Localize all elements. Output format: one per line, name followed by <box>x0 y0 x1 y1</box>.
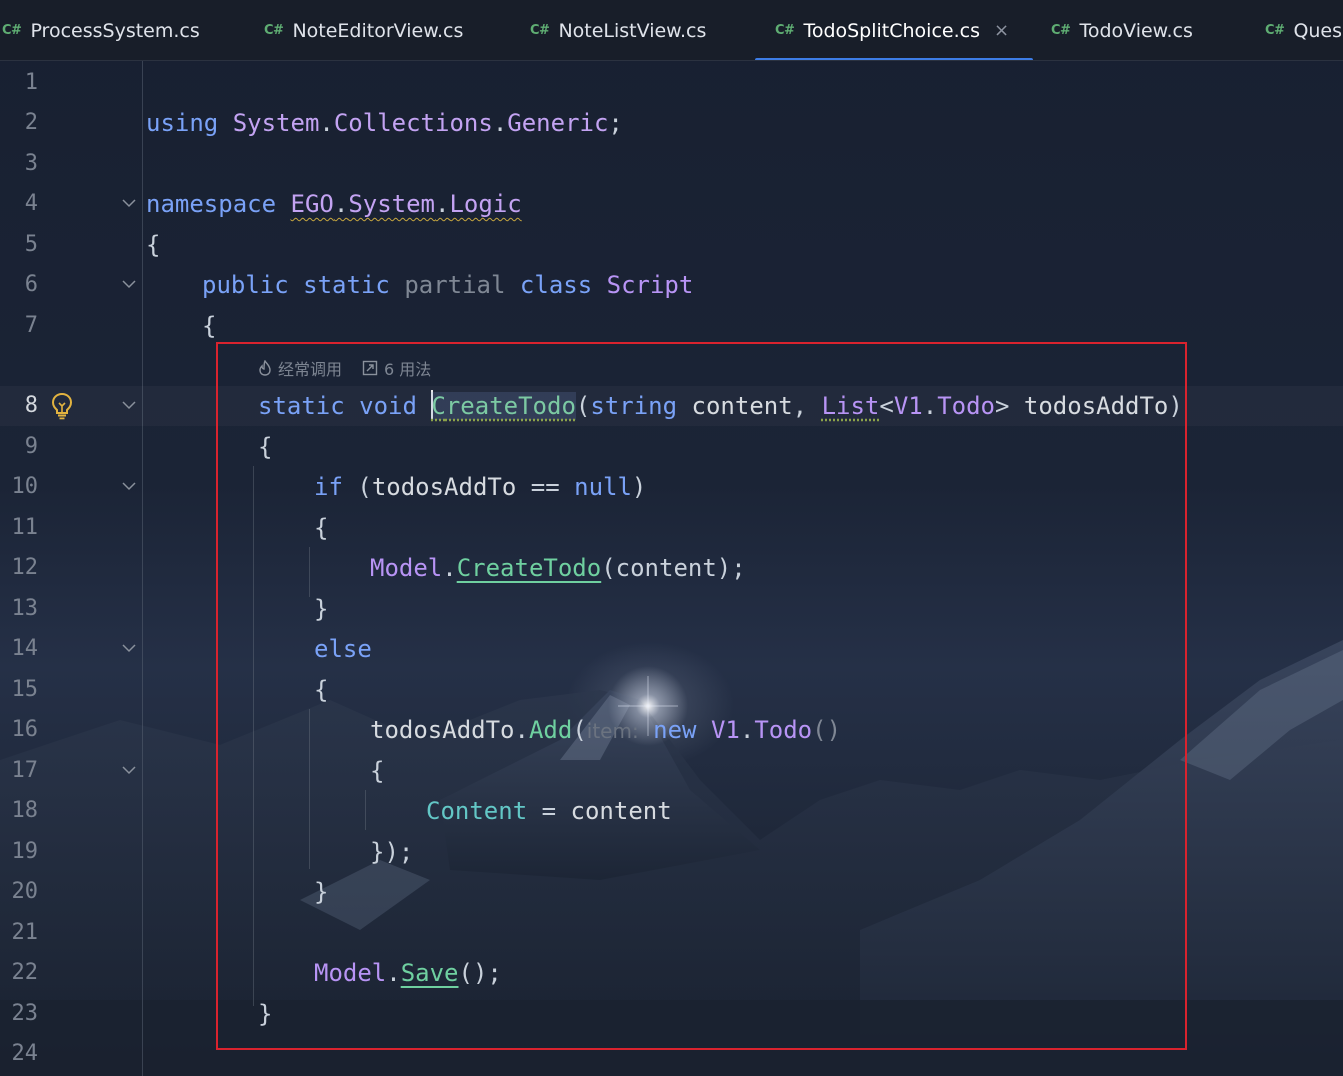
line-number: 9 <box>24 434 38 459</box>
fold-chevron-icon[interactable] <box>122 765 136 775</box>
code-text: namespace EGO.System.Logic <box>146 190 522 218</box>
code-line-1[interactable]: 1 <box>0 63 1343 103</box>
tab-note-editor-view[interactable]: C# NoteEditorView.cs <box>264 0 464 60</box>
tab-note-list-view[interactable]: C# NoteListView.cs <box>530 0 707 60</box>
code-line-4[interactable]: 4 namespace EGO.System.Logic <box>0 184 1343 224</box>
fold-chevron-icon[interactable] <box>122 400 136 410</box>
line-number: 21 <box>11 920 39 945</box>
line-number: 19 <box>11 839 39 864</box>
line-number: 13 <box>11 596 39 621</box>
line-number: 22 <box>11 960 39 985</box>
csharp-file-icon: C# <box>775 23 795 38</box>
line-number: 5 <box>24 232 38 257</box>
code-line-3[interactable]: 3 <box>0 144 1343 184</box>
tab-label: TodoSplitChoice.cs <box>803 19 980 42</box>
code-text: { <box>146 231 161 259</box>
highlight-annotation-box <box>216 342 1187 1050</box>
line-number: 15 <box>11 677 39 702</box>
tab-label: ProcessSystem.cs <box>30 19 200 42</box>
code-line-5[interactable]: 5 { <box>0 225 1343 265</box>
tab-ques[interactable]: C# Ques <box>1265 0 1343 60</box>
tab-process-system[interactable]: C# ProcessSystem.cs <box>2 0 200 60</box>
line-number: 7 <box>24 313 38 338</box>
code-text: using System.Collections.Generic; <box>146 109 623 137</box>
tab-label: NoteListView.cs <box>558 19 707 42</box>
close-icon[interactable]: × <box>994 20 1009 41</box>
tab-label: NoteEditorView.cs <box>292 19 464 42</box>
csharp-file-icon: C# <box>264 23 284 38</box>
csharp-file-icon: C# <box>530 23 550 38</box>
csharp-file-icon: C# <box>1265 23 1285 38</box>
line-number: 14 <box>11 636 39 661</box>
tab-todo-split-choice[interactable]: C# TodoSplitChoice.cs × <box>755 0 1033 60</box>
line-number: 24 <box>11 1041 39 1066</box>
code-line-7[interactable]: 7 { <box>0 306 1343 346</box>
fold-chevron-icon[interactable] <box>122 481 136 491</box>
line-number: 17 <box>11 758 39 783</box>
line-number: 23 <box>11 1001 39 1026</box>
tab-label: TodoView.cs <box>1079 19 1193 42</box>
csharp-file-icon: C# <box>2 23 22 38</box>
fold-chevron-icon[interactable] <box>122 643 136 653</box>
line-number: 3 <box>24 151 38 176</box>
line-number: 1 <box>24 70 38 95</box>
line-number: 2 <box>24 110 38 135</box>
tab-bar: C# ProcessSystem.cs C# NoteEditorView.cs… <box>0 0 1343 61</box>
line-number: 18 <box>11 798 39 823</box>
line-number: 8 <box>24 393 38 418</box>
code-text: public static partial class Script <box>202 271 694 299</box>
line-number: 16 <box>11 717 39 742</box>
line-number: 20 <box>11 879 39 904</box>
line-number: 4 <box>24 191 38 216</box>
fold-chevron-icon[interactable] <box>122 279 136 289</box>
fold-chevron-icon[interactable] <box>122 198 136 208</box>
line-number: 11 <box>11 515 39 540</box>
lightbulb-icon[interactable] <box>50 392 74 420</box>
code-text: { <box>202 312 217 340</box>
line-number: 12 <box>11 555 39 580</box>
tab-todo-view[interactable]: C# TodoView.cs <box>1051 0 1193 60</box>
line-number: 6 <box>24 272 38 297</box>
line-number: 10 <box>11 474 39 499</box>
tab-label: Ques <box>1293 19 1343 42</box>
code-line-6[interactable]: 6 public static partial class Script <box>0 265 1343 305</box>
code-line-2[interactable]: 2 using System.Collections.Generic; <box>0 103 1343 143</box>
csharp-file-icon: C# <box>1051 23 1071 38</box>
